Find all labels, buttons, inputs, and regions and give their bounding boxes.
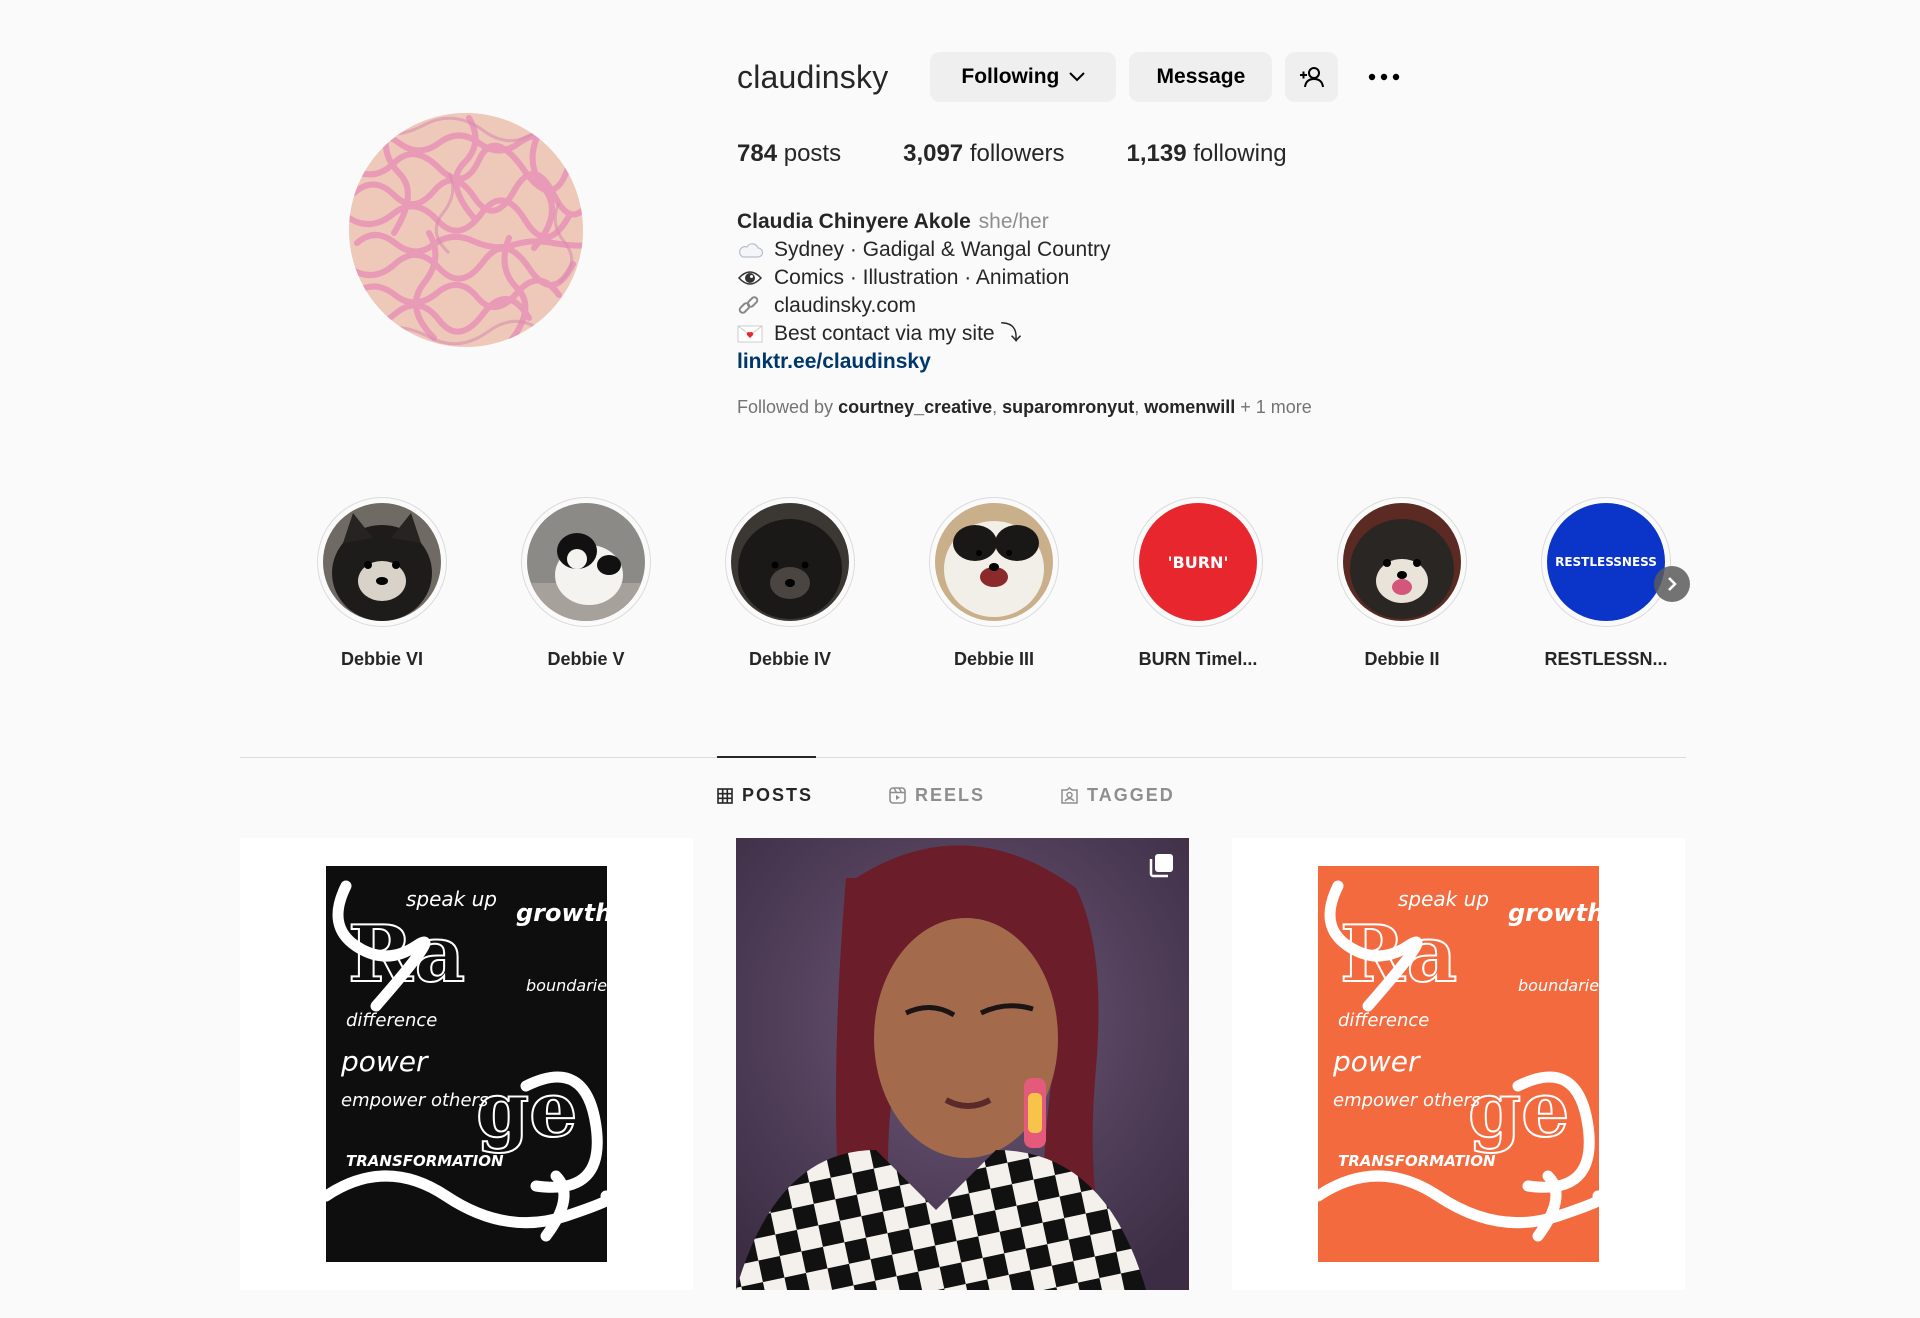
linktree-link[interactable]: linktr.ee/claudinsky [737, 348, 1537, 376]
bio-line-location: Sydney · Gadigal & Wangal Country [737, 236, 1537, 264]
multi-image-icon [1147, 852, 1175, 885]
poster-image: Ra ge speak up growth difference power e… [326, 866, 607, 1262]
svg-text:TRANSFORMATION: TRANSFORMATION [1338, 1152, 1496, 1170]
story-highlights: Debbie VI Debbie V Debbie IV Debbie III … [308, 497, 1690, 677]
reels-icon [889, 787, 906, 804]
poster-image: Ra ge speak up growth difference power e… [1318, 866, 1599, 1262]
svg-text:difference: difference [346, 1010, 437, 1031]
profile-stats: 784 posts 3,097 followers 1,139 followin… [737, 140, 1537, 168]
highlight-debbie-v[interactable]: Debbie V [516, 497, 656, 670]
post-rage-orange[interactable]: Ra ge speak up growth difference power e… [1232, 838, 1685, 1290]
svg-text:power: power [1332, 1045, 1421, 1078]
highlight-debbie-iv[interactable]: Debbie IV [720, 497, 860, 670]
svg-text:speak up: speak up [406, 887, 497, 911]
svg-text:power: power [340, 1045, 429, 1078]
bio-line-contact: Best contact via my site ⤵ [737, 320, 1537, 348]
svg-text:ge: ge [1468, 1065, 1570, 1154]
post-rage-black[interactable]: Ra ge speak up growth difference power e… [240, 838, 693, 1290]
svg-text:boundaries: boundaries [1518, 976, 1599, 995]
followed-by[interactable]: Followed by courtney_creative, suparomro… [737, 397, 1537, 418]
profile-tabs: POSTS REELS TAGGED [717, 785, 1251, 806]
bio: Claudia Chinyere Akole she/her Sydney · … [737, 208, 1537, 376]
post-portrait[interactable] [736, 838, 1189, 1290]
dog-photo [935, 503, 1053, 621]
tab-tagged[interactable]: TAGGED [1061, 785, 1175, 806]
highlight-label: Debbie V [547, 649, 625, 669]
message-button[interactable]: Message [1129, 52, 1273, 102]
link-icon [737, 294, 765, 318]
highlight-label: BURN Timel... [1138, 649, 1258, 669]
profile-avatar[interactable] [349, 113, 583, 347]
highlight-label: Debbie II [1364, 649, 1440, 669]
pronouns: she/her [978, 210, 1049, 233]
cloud-icon [737, 242, 765, 258]
love-letter-icon [737, 325, 765, 343]
following-button-label: Following [961, 65, 1060, 88]
eye-icon [737, 267, 765, 289]
more-options-button[interactable] [1364, 57, 1404, 97]
profile-info: claudinsky Following Message 784 posts 3… [737, 52, 1537, 418]
svg-text:boundaries: boundaries [526, 976, 607, 995]
burn-poster: 'BURN' [1139, 503, 1257, 621]
dog-photo [731, 503, 849, 621]
chevron-down-icon [1069, 72, 1086, 82]
svg-text:speak up: speak up [1398, 887, 1489, 911]
svg-text:empower others: empower others [1333, 1090, 1480, 1111]
svg-text:Ra: Ra [1340, 909, 1457, 1000]
active-tab-indicator [717, 756, 816, 758]
svg-text:growth: growth [516, 899, 607, 927]
highlight-debbie-ii[interactable]: Debbie II [1332, 497, 1472, 670]
highlight-debbie-vi[interactable]: Debbie VI [312, 497, 452, 670]
suggested-users-button[interactable] [1285, 52, 1339, 102]
portrait-image [736, 838, 1189, 1290]
svg-text:difference: difference [1338, 1010, 1429, 1031]
highlight-debbie-iii[interactable]: Debbie III [924, 497, 1064, 670]
profile-top-row: claudinsky Following Message [737, 52, 1537, 102]
posts-stat: 784 posts [737, 140, 842, 167]
bio-line-website: claudinsky.com [737, 292, 1537, 320]
svg-text:TRANSFORMATION: TRANSFORMATION [346, 1152, 504, 1170]
bio-name-line: Claudia Chinyere Akole she/her [737, 208, 1537, 236]
dog-photo [527, 503, 645, 621]
tab-reels[interactable]: REELS [889, 785, 985, 806]
followers-stat[interactable]: 3,097 followers [903, 140, 1064, 168]
username: claudinsky [737, 58, 889, 95]
svg-text:Ra: Ra [348, 909, 465, 1000]
tabs-divider [240, 757, 1686, 758]
dog-photo [1343, 503, 1461, 621]
grid-icon [717, 787, 733, 804]
bio-line-work: Comics · Illustration · Animation [737, 264, 1537, 292]
tagged-icon [1061, 787, 1078, 804]
message-button-label: Message [1156, 65, 1246, 88]
highlight-label: RESTLESSN... [1544, 649, 1668, 669]
svg-text:ge: ge [476, 1065, 578, 1154]
restlessness-poster: RESTLESSNESS [1547, 503, 1665, 621]
tab-posts[interactable]: POSTS [717, 785, 813, 806]
dog-photo [323, 503, 441, 621]
highlights-next-button[interactable] [1654, 566, 1690, 602]
following-button[interactable]: Following [930, 52, 1117, 102]
highlight-burn-timeline[interactable]: 'BURN' BURN Timel... [1128, 497, 1268, 670]
chevron-right-icon [1668, 577, 1677, 591]
posts-grid: Ra ge speak up growth difference power e… [240, 838, 1686, 1290]
highlight-label: Debbie IV [748, 649, 832, 669]
svg-text:empower others: empower others [341, 1090, 488, 1111]
svg-text:growth: growth [1508, 899, 1599, 927]
add-person-icon [1299, 67, 1324, 88]
following-stat[interactable]: 1,139 following [1127, 140, 1287, 168]
full-name: Claudia Chinyere Akole [737, 210, 971, 233]
highlight-label: Debbie VI [340, 649, 424, 669]
more-icon [1369, 73, 1400, 81]
highlight-label: Debbie III [953, 649, 1034, 669]
